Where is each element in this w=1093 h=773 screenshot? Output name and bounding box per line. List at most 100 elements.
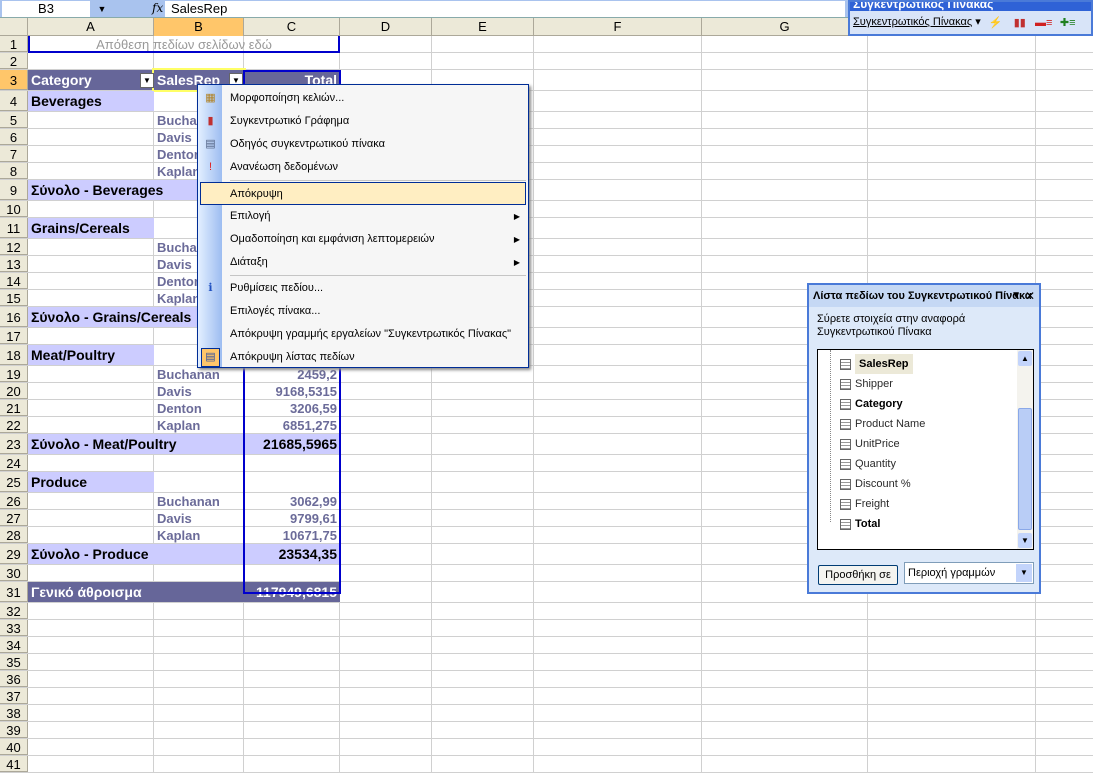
row-header[interactable]: 39 [0,722,28,738]
row-header[interactable]: 3 [0,70,28,90]
menu-item-1[interactable]: Μορφοποίηση κελιών... ▦ [198,87,528,110]
row-header[interactable]: 4 [0,91,28,111]
select-all-corner[interactable] [0,18,28,36]
row-header[interactable]: 1 [0,36,28,52]
menu-item-4[interactable]: Ανανέωση δεδομένων! [198,156,528,179]
chart-wizard-icon[interactable]: ▮▮ [1011,14,1029,30]
subtotal-label[interactable]: Σύνολο - Meat/Poultry [28,434,244,454]
field-item-discount-[interactable]: Discount % [840,474,911,494]
category-item[interactable]: Grains/Cereals [28,218,154,238]
row-header[interactable]: 22 [0,417,28,433]
page-field-drop-area[interactable]: Απόθεση πεδίων σελίδων εδώ [28,36,340,52]
scroll-up-icon[interactable]: ▲ [1018,351,1032,366]
menu-item-11[interactable]: Απόκρυψη γραμμής εργαλείων "Συγκεντρωτικ… [198,323,528,346]
field-item-category[interactable]: Category [840,394,903,414]
column-header-d[interactable]: D [340,18,432,36]
salesrep-item[interactable]: Davis [154,510,244,526]
column-header-b[interactable]: B [154,18,244,36]
area-select[interactable]: Περιοχή γραμμών ▼ [904,562,1034,584]
row-header[interactable]: 15 [0,290,28,306]
close-icon[interactable]: ✕ [1025,285,1035,307]
pivot-table-menu[interactable]: Συγκεντρωτικός Πίνακας ▾ [853,13,981,31]
row-header[interactable]: 11 [0,218,28,238]
fx-icon[interactable]: fx [152,1,163,15]
category-item[interactable]: Beverages [28,91,154,111]
row-header[interactable]: 18 [0,345,28,365]
field-item-shipper[interactable]: Shipper [840,374,893,394]
row-header[interactable]: 10 [0,201,28,217]
row-header[interactable]: 17 [0,328,28,344]
row-header[interactable]: 27 [0,510,28,526]
row-header[interactable]: 24 [0,455,28,471]
row-header[interactable]: 36 [0,671,28,687]
menu-item-3[interactable]: Οδηγός συγκεντρωτικού πίνακα ▤ [198,133,528,156]
row-header[interactable]: 25 [0,472,28,492]
row-header[interactable]: 30 [0,565,28,581]
row-header[interactable]: 23 [0,434,28,454]
row-header[interactable]: 13 [0,256,28,272]
format-report-icon[interactable]: ⚡ [987,14,1005,30]
scrollbar[interactable]: ▲ ▼ [1017,350,1033,549]
row-header[interactable]: 38 [0,705,28,721]
salesrep-item[interactable]: Denton [154,400,244,416]
row-header[interactable]: 14 [0,273,28,289]
category-dropdown-icon[interactable]: ▼ [140,73,154,88]
row-header[interactable]: 35 [0,654,28,670]
pivot-row-field-category[interactable]: Category [28,70,154,90]
field-item-quantity[interactable]: Quantity [840,454,896,474]
menu-item-5[interactable]: Απόκρυψη [200,182,526,205]
salesrep-item[interactable]: Davis [154,383,244,399]
row-header[interactable]: 34 [0,637,28,653]
row-header[interactable]: 19 [0,366,28,382]
row-header[interactable]: 20 [0,383,28,399]
toolbar-title[interactable]: Συγκεντρωτικός Πίνακας [850,2,1091,11]
panel-menu-icon[interactable]: ▼ [1011,285,1021,307]
menu-item-10[interactable]: Επιλογές πίνακα... [198,300,528,323]
salesrep-item[interactable]: Kaplan [154,527,244,543]
row-header[interactable]: 7 [0,146,28,162]
row-header[interactable]: 12 [0,239,28,255]
chevron-down-icon[interactable]: ▼ [1016,564,1032,582]
field-item-total[interactable]: Total [840,514,880,534]
name-box[interactable]: B3 [2,1,90,17]
row-header[interactable]: 28 [0,527,28,543]
show-detail-icon[interactable]: ✚≡ [1059,14,1077,30]
row-header[interactable]: 2 [0,53,28,69]
subtotal-label[interactable]: Σύνολο - Produce [28,544,244,564]
row-header[interactable]: 33 [0,620,28,636]
menu-item-6[interactable]: Επιλογή ▶ [198,205,528,228]
pivot-grand-total-label[interactable]: Γενικό άθροισμα [28,582,154,602]
menu-item-8[interactable]: Διάταξη ▶ [198,251,528,274]
column-header-a[interactable]: A [28,18,154,36]
column-header-g[interactable]: G [702,18,868,36]
row-header[interactable]: 6 [0,129,28,145]
hide-detail-icon[interactable]: ▬≡ [1035,14,1053,30]
menu-item-9[interactable]: Ρυθμίσεις πεδίου... ℹ [198,277,528,300]
category-item[interactable]: Produce [28,472,154,492]
menu-item-7[interactable]: Ομαδοποίηση και εμφάνιση λεπτομερειών ▶ [198,228,528,251]
name-box-dropdown-icon[interactable]: ▼ [92,1,112,17]
field-item-salesrep[interactable]: SalesRep [840,354,913,374]
add-to-button[interactable]: Προσθήκη σε [818,565,898,585]
scrollbar-thumb[interactable] [1018,408,1032,530]
row-header[interactable]: 31 [0,582,28,602]
scroll-down-icon[interactable]: ▼ [1018,533,1032,548]
row-header[interactable]: 40 [0,739,28,755]
salesrep-item[interactable]: Buchanan [154,493,244,509]
field-item-freight[interactable]: Freight [840,494,889,514]
row-header[interactable]: 5 [0,112,28,128]
column-header-f[interactable]: F [534,18,702,36]
menu-item-2[interactable]: Συγκεντρωτικό Γράφημα ▮ [198,110,528,133]
menu-item-12[interactable]: Απόκρυψη λίστας πεδίων ▤ [198,346,528,369]
column-header-c[interactable]: C [244,18,340,36]
formula-input[interactable]: SalesRep [165,1,845,17]
category-item[interactable]: Meat/Poultry [28,345,154,365]
row-header[interactable]: 37 [0,688,28,704]
column-header-e[interactable]: E [432,18,534,36]
field-item-product-name[interactable]: Product Name [840,414,925,434]
row-header[interactable]: 32 [0,603,28,619]
row-header[interactable]: 21 [0,400,28,416]
row-header[interactable]: 29 [0,544,28,564]
field-item-unitprice[interactable]: UnitPrice [840,434,900,454]
row-header[interactable]: 8 [0,163,28,179]
